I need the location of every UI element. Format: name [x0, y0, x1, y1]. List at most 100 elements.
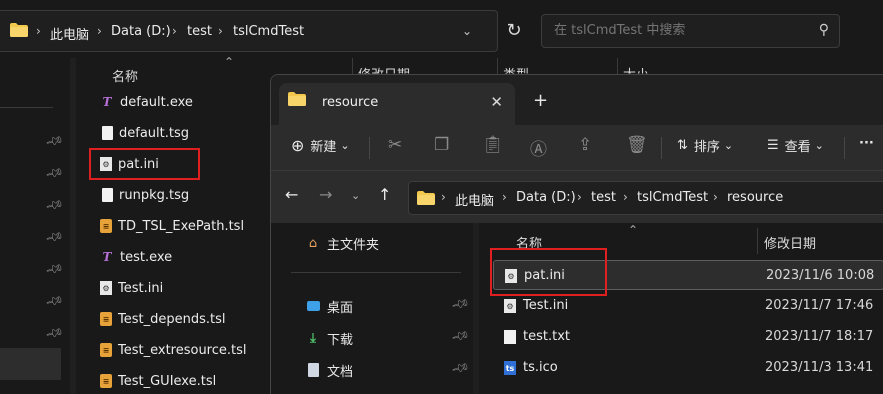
chevron-down-icon: ⌄	[340, 139, 350, 152]
sort-icon: ⇅	[677, 138, 688, 153]
search-input[interactable]	[552, 22, 796, 39]
back-icon[interactable]: ←	[285, 185, 298, 204]
chevron-right-icon: ›	[713, 190, 718, 204]
documents-icon	[305, 363, 321, 377]
new-tab-icon[interactable]: +	[533, 90, 548, 111]
file-item[interactable]: ≡ Test_depends.tsl	[100, 307, 225, 331]
rename-icon[interactable]: Ⓐ	[530, 135, 547, 160]
chevron-right-icon: ›	[502, 190, 507, 204]
breadcrumb-item[interactable]: tslCmdTest	[637, 190, 708, 205]
breadcrumb-item[interactable]: Data (D:)	[516, 190, 576, 205]
pin-icon[interactable]: 📌︎	[45, 227, 65, 247]
ts-icon: T	[102, 95, 112, 109]
command-bar: ⊕ 新建 ⌄ ✂ ❐ 📋︎ Ⓐ ⇪ 🗑︎ ⇅ 排序 ⌄ ☰ 查看 ⌄ ···	[271, 125, 883, 171]
copy-icon[interactable]: ❐	[434, 135, 449, 155]
view-list-icon: ☰	[767, 138, 779, 153]
tsl-file-icon: ≡	[100, 219, 112, 233]
breadcrumb-item[interactable]: test	[187, 24, 212, 39]
pin-icon[interactable]: 📌︎	[45, 323, 65, 343]
tsl-file-icon: ≡	[100, 312, 112, 326]
chevron-down-icon: ⌄	[723, 139, 734, 152]
highlight-box	[89, 148, 200, 180]
share-icon[interactable]: ⇪	[578, 135, 592, 155]
chevron-down-icon: ⌄	[814, 139, 824, 152]
chevron-down-icon[interactable]: ⌄	[351, 189, 360, 202]
download-icon: ⤓	[310, 330, 316, 346]
pin-icon[interactable]: 📌︎	[451, 294, 471, 314]
tsl-file-icon: ≡	[100, 374, 112, 388]
chevron-right-icon: ›	[441, 190, 446, 204]
file-row[interactable]: ts ts.ico 2023/11/3 13:41	[493, 353, 883, 383]
search-icon[interactable]: ⚲	[819, 22, 829, 38]
nav-item-selected[interactable]	[0, 348, 61, 380]
text-file-icon	[504, 330, 516, 344]
breadcrumb-item[interactable]: 此电脑	[50, 24, 89, 43]
folder-icon	[10, 23, 28, 37]
scrollbar[interactable]	[70, 58, 76, 394]
chevron-down-icon[interactable]: ⌄	[462, 24, 472, 38]
column-header-date[interactable]: 修改日期	[764, 233, 816, 252]
nav-item-desktop[interactable]: 桌面	[305, 295, 353, 317]
sort-up-icon: ⌃	[628, 223, 639, 237]
file-row[interactable]: test.txt 2023/11/7 18:17	[493, 322, 883, 352]
close-icon[interactable]: ✕	[490, 93, 503, 111]
bg-address-bar[interactable]: › 此电脑 › Data (D:) › test › tslCmdTest ⌄	[0, 10, 498, 52]
folder-icon	[417, 191, 435, 209]
pin-icon[interactable]: 📌︎	[45, 259, 65, 279]
nav-item-home[interactable]: ⌂ 主文件夹	[305, 232, 379, 254]
breadcrumb-item[interactable]: tslCmdTest	[233, 24, 304, 39]
file-item[interactable]: Ttest.exe	[100, 245, 173, 269]
bg-search-box[interactable]: ⚲	[541, 14, 840, 48]
pin-icon[interactable]: 📌︎	[451, 326, 471, 346]
chevron-right-icon: ›	[623, 190, 628, 204]
desktop-icon	[305, 301, 321, 311]
file-item[interactable]: ⚙ Test.ini	[100, 276, 163, 300]
title-bar: resource ✕ +	[271, 75, 883, 125]
scrollbar[interactable]	[473, 223, 479, 394]
view-button[interactable]: ☰ 查看 ⌄	[767, 136, 824, 155]
tab-label: resource	[322, 95, 379, 110]
chevron-right-icon: ›	[218, 24, 223, 38]
document-icon	[102, 126, 113, 140]
chevron-right-icon: ›	[172, 24, 177, 38]
navigation-bar: ← → ⌄ ↑ › 此电脑 › Data (D:) › test › tslCm…	[271, 171, 883, 223]
icon-file-icon: ts	[504, 361, 516, 375]
navigation-pane: ⌂ 主文件夹 桌面 📌︎ ⤓ 下载 📌︎ 文档 📌︎	[271, 223, 471, 394]
address-bar[interactable]: › 此电脑 › Data (D:) › test › tslCmdTest › …	[408, 181, 883, 215]
forward-icon[interactable]: →	[319, 185, 332, 204]
tsl-file-icon: ≡	[100, 343, 112, 357]
highlight-box	[490, 248, 607, 296]
pin-icon[interactable]: 📌︎	[45, 291, 65, 311]
chevron-right-icon: ›	[577, 190, 582, 204]
up-icon[interactable]: ↑	[378, 185, 391, 204]
file-item[interactable]: runpkg.tsg	[100, 183, 189, 207]
more-options-button[interactable]: ···	[859, 136, 874, 151]
refresh-icon[interactable]: ↻	[496, 12, 532, 48]
file-item[interactable]: ≡ TD_TSL_ExePath.tsl	[100, 214, 244, 238]
ini-file-icon: ⚙	[100, 281, 112, 295]
sort-button[interactable]: ⇅ 排序 ⌄	[677, 136, 733, 155]
home-icon: ⌂	[308, 235, 318, 251]
delete-icon[interactable]: 🗑︎	[626, 135, 648, 155]
breadcrumb-item[interactable]: Data (D:)	[111, 24, 171, 39]
file-item[interactable]: ≡ Test_GUIexe.tsl	[100, 369, 216, 393]
pin-icon[interactable]: 📌︎	[45, 195, 65, 215]
breadcrumb-item[interactable]: resource	[727, 190, 783, 205]
file-item[interactable]: Tdefault.exe	[100, 90, 193, 114]
pin-icon[interactable]: 📌︎	[45, 163, 65, 183]
pin-icon[interactable]: 📌︎	[45, 131, 65, 151]
breadcrumb-item[interactable]: 此电脑	[455, 190, 494, 209]
pin-icon[interactable]: 📌︎	[451, 358, 471, 378]
paste-icon[interactable]: 📋︎	[482, 135, 504, 155]
folder-icon	[288, 92, 306, 110]
breadcrumb-item[interactable]: test	[591, 190, 616, 205]
cut-icon[interactable]: ✂	[388, 135, 402, 155]
file-item[interactable]: ≡ Test_extresource.tsl	[100, 338, 247, 362]
tab-resource[interactable]: resource ✕	[279, 83, 515, 125]
nav-item-documents[interactable]: 文档	[305, 359, 353, 381]
file-item[interactable]: default.tsg	[100, 121, 189, 145]
new-button[interactable]: ⊕ 新建 ⌄	[291, 136, 350, 155]
column-header-name[interactable]: 名称	[112, 66, 138, 85]
nav-item-downloads[interactable]: ⤓ 下载	[305, 327, 353, 349]
explorer-window: resource ✕ + ⊕ 新建 ⌄ ✂ ❐ 📋︎ Ⓐ ⇪ 🗑︎ ⇅ 排序 ⌄…	[270, 74, 883, 394]
